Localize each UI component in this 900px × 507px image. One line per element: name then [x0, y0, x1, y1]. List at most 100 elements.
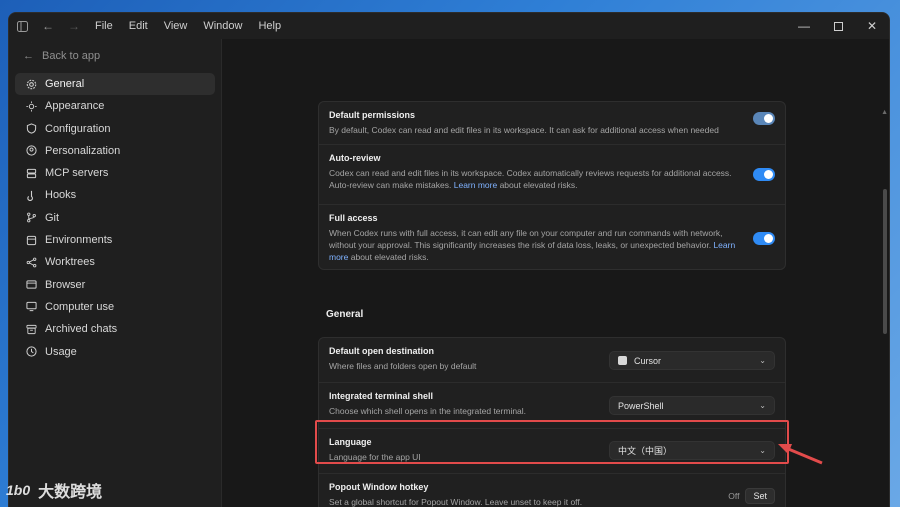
watermark-logo: 1b0 — [6, 482, 31, 498]
set-hotkey-button[interactable]: Set — [745, 488, 775, 504]
sidebar-item-label: Hooks — [45, 189, 77, 202]
app-window: ← → File Edit View Window Help — ✕ ← Bac… — [8, 12, 890, 507]
hotkey-off-label: Off — [728, 491, 740, 501]
sidebar-toggle-icon[interactable] — [9, 13, 35, 39]
row-description: Codex can read and edit files in its wor… — [329, 167, 749, 191]
menu-view[interactable]: View — [156, 13, 196, 39]
sidebar-item-environments[interactable]: Environments — [15, 229, 215, 251]
terminal-shell-row: Integrated terminal shell Choose which s… — [319, 383, 785, 429]
sidebar-item-label: Browser — [45, 278, 86, 291]
maximize-icon[interactable] — [821, 13, 855, 39]
sidebar-item-label: Personalization — [45, 144, 121, 157]
watermark-text: 大数跨境 — [38, 484, 103, 501]
row-description: When Codex runs with full access, it can… — [329, 227, 749, 263]
menu-file[interactable]: File — [87, 13, 121, 39]
sidebar-item-label: General — [45, 78, 85, 90]
sidebar-item-label: MCP servers — [45, 167, 109, 180]
forward-arrow-icon[interactable]: → — [61, 13, 87, 39]
sidebar-item-mcp-servers[interactable]: MCP servers — [15, 162, 215, 184]
default-permissions-row[interactable]: Default permissions By default, Codex ca… — [319, 102, 785, 145]
popout-hotkey-row: Popout Window hotkey Set a global shortc… — [319, 474, 785, 507]
cursor-app-icon — [618, 356, 627, 365]
full-access-toggle[interactable] — [753, 232, 775, 245]
sidebar-item-git[interactable]: Git — [15, 207, 215, 229]
sidebar-item-label: Environments — [45, 234, 113, 247]
general-section-title: General — [326, 309, 364, 320]
sidebar-item-label: Usage — [45, 345, 77, 358]
gear-icon — [25, 78, 37, 90]
menu-help[interactable]: Help — [250, 13, 289, 39]
select-value: 中文（中国） — [618, 446, 673, 456]
open-destination-select[interactable]: Cursor ⌄ — [609, 351, 775, 370]
menu-edit[interactable]: Edit — [121, 13, 156, 39]
row-title: Full access — [329, 213, 378, 223]
language-row: Language Language for the app UI 中文（中国） … — [319, 429, 785, 474]
sidebar-item-general[interactable]: General — [15, 73, 215, 95]
hook-icon — [25, 189, 37, 201]
sun-icon — [25, 100, 37, 112]
annotation-arrow-icon — [778, 444, 823, 465]
archive-icon — [25, 323, 37, 335]
git-branch-icon — [25, 212, 37, 224]
sidebar-item-computer-use[interactable]: Computer use — [15, 296, 215, 318]
row-title: Default permissions — [329, 110, 416, 120]
permissions-card: Default permissions By default, Codex ca… — [318, 101, 786, 270]
sidebar-item-worktrees[interactable]: Worktrees — [15, 251, 215, 273]
sidebar-item-label: Appearance — [45, 100, 105, 113]
desc-tail: about elevated risks. — [350, 252, 429, 262]
environment-icon — [25, 234, 37, 246]
row-title: Auto-review — [329, 153, 381, 163]
minimize-icon[interactable]: — — [787, 13, 821, 39]
settings-sidebar: ← Back to app General Appearance Configu… — [9, 39, 221, 507]
titlebar: ← → File Edit View Window Help — ✕ — [9, 13, 889, 39]
default-permissions-toggle[interactable] — [753, 112, 775, 125]
row-description: By default, Codex can read and edit file… — [329, 125, 719, 135]
sidebar-item-archived-chats[interactable]: Archived chats — [15, 318, 215, 340]
sidebar-item-label: Worktrees — [45, 256, 95, 269]
select-value: PowerShell — [618, 400, 664, 411]
sidebar-item-label: Archived chats — [45, 323, 118, 336]
back-arrow-icon[interactable]: ← — [35, 13, 61, 39]
desc-text: When Codex runs with full access, it can… — [329, 228, 723, 250]
back-to-app-link[interactable]: ← Back to app — [9, 45, 221, 67]
arrow-left-icon: ← — [23, 50, 34, 62]
learn-more-link[interactable]: Learn more — [454, 180, 497, 190]
sidebar-item-label: Computer use — [45, 300, 115, 313]
chevron-down-icon: ⌄ — [759, 356, 766, 365]
hotkey-controls: Off Set — [728, 488, 775, 504]
worktree-icon — [25, 256, 37, 268]
sidebar-item-appearance[interactable]: Appearance — [15, 95, 215, 117]
desc-tail: about elevated risks. — [499, 180, 578, 190]
computer-icon — [25, 301, 37, 313]
sidebar-item-hooks[interactable]: Hooks — [15, 184, 215, 206]
scrollbar-thumb[interactable] — [883, 189, 887, 334]
open-destination-row: Default open destination Where files and… — [319, 338, 785, 383]
language-select[interactable]: 中文（中国） ⌄ — [609, 441, 775, 460]
sidebar-item-usage[interactable]: Usage — [15, 341, 215, 363]
server-icon — [25, 167, 37, 179]
full-access-row[interactable]: Full access When Codex runs with full ac… — [319, 205, 785, 269]
chevron-down-icon: ⌄ — [759, 401, 766, 410]
shield-icon — [25, 123, 37, 135]
person-circle-icon — [25, 145, 37, 157]
auto-review-toggle[interactable] — [753, 168, 775, 181]
back-to-app-label: Back to app — [42, 50, 101, 62]
chevron-down-icon: ⌄ — [759, 446, 766, 455]
sidebar-item-label: Git — [45, 211, 60, 224]
terminal-shell-select[interactable]: PowerShell ⌄ — [609, 396, 775, 415]
sidebar-item-label: Configuration — [45, 122, 111, 135]
menu-window[interactable]: Window — [195, 13, 250, 39]
close-icon[interactable]: ✕ — [855, 13, 889, 39]
sidebar-item-browser[interactable]: Browser — [15, 274, 215, 296]
row-description: Set a global shortcut for Popout Window.… — [329, 497, 583, 507]
usage-icon — [25, 346, 37, 358]
browser-icon — [25, 279, 37, 291]
sidebar-item-personalization[interactable]: Personalization — [15, 140, 215, 162]
auto-review-row[interactable]: Auto-review Codex can read and edit file… — [319, 145, 785, 205]
window-controls: — ✕ — [787, 13, 889, 39]
scroll-up-icon[interactable]: ▲ — [881, 109, 888, 116]
general-card: Default open destination Where files and… — [318, 337, 786, 507]
sidebar-item-configuration[interactable]: Configuration — [15, 118, 215, 140]
settings-content: ▲ Default permissions By default, Codex … — [221, 39, 889, 507]
select-value: Cursor — [634, 355, 662, 366]
